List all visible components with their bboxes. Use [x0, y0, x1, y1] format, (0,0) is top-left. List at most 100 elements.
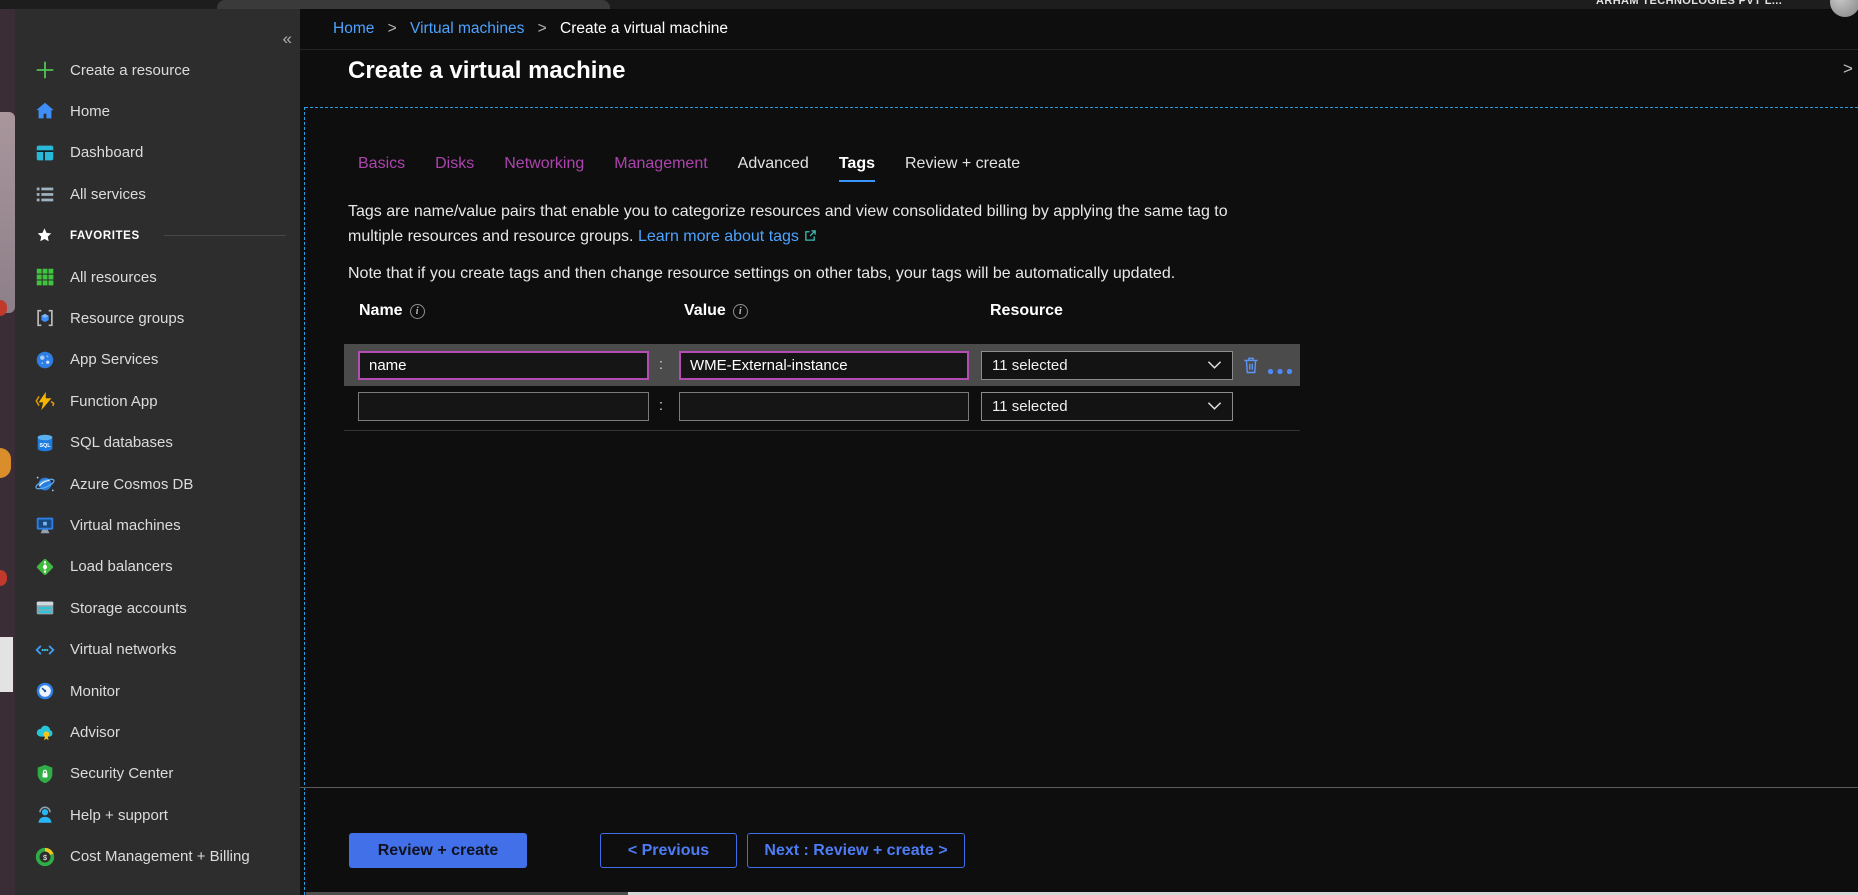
resource-dropdown-value: 11 selected	[992, 357, 1068, 374]
footer-divider	[300, 787, 1858, 788]
sidebar-item-virtual-machines[interactable]: Virtual machines	[15, 505, 300, 545]
sidebar-item-create-a-resource[interactable]: Create a resource	[15, 50, 300, 90]
tags-description: Tags are name/value pairs that enable yo…	[348, 199, 1228, 250]
delete-row-icon[interactable]	[1241, 355, 1261, 380]
sidebar-item-cost-management-billing[interactable]: $ Cost Management + Billing	[15, 837, 300, 877]
focus-outline-top	[305, 107, 1858, 108]
sidebar-item-label: Security Center	[70, 765, 173, 782]
review-create-button[interactable]: Review + create	[349, 833, 527, 868]
sidebar-item-all-resources[interactable]: All resources	[15, 257, 300, 297]
tab-disks[interactable]: Disks	[435, 155, 474, 182]
resource-dropdown-value: 11 selected	[992, 398, 1068, 415]
tab-networking[interactable]: Networking	[504, 155, 584, 182]
page-title: Create a virtual machine	[348, 57, 625, 85]
breadcrumb-separator: >	[388, 20, 397, 37]
sidebar-item-security-center[interactable]: Security Center	[15, 754, 300, 794]
tag-name-input[interactable]	[358, 351, 649, 380]
home-icon	[33, 100, 56, 123]
plus-icon	[33, 59, 56, 82]
sidebar-item-load-balancers[interactable]: Load balancers	[15, 547, 300, 587]
sidebar-item-favorites: FAVORITES	[15, 216, 300, 256]
sidebar-item-help-support[interactable]: Help + support	[15, 795, 300, 835]
sidebar-item-advisor[interactable]: Advisor	[15, 712, 300, 752]
sidebar: « Create a resource Home Dashboard All serv…	[15, 9, 300, 895]
external-link-icon	[804, 225, 817, 250]
sidebar-item-label: Load balancers	[70, 558, 173, 575]
previous-button[interactable]: < Previous	[600, 833, 737, 868]
sidebar-item-label: Virtual machines	[70, 517, 181, 534]
breadcrumb: Home > Virtual machines > Create a virtu…	[333, 20, 728, 38]
breadcrumb-home-link[interactable]: Home	[333, 20, 374, 37]
sidebar-item-label: Help + support	[70, 807, 168, 824]
sidebar-item-all-services[interactable]: All services	[15, 174, 300, 214]
sidebar-item-monitor[interactable]: Monitor	[15, 671, 300, 711]
resource-dropdown[interactable]: 11 selected	[981, 351, 1233, 380]
sidebar-item-label: Cost Management + Billing	[70, 848, 250, 865]
star-icon	[33, 224, 56, 247]
sidebar-item-label: SQL databases	[70, 434, 173, 451]
learn-more-link[interactable]: Learn more about tags	[638, 228, 799, 245]
storage-icon	[33, 597, 56, 620]
info-icon[interactable]: i	[410, 304, 425, 319]
resource-dropdown[interactable]: 11 selected	[981, 392, 1233, 421]
blade-chevron-icon[interactable]: >	[1843, 59, 1853, 79]
breadcrumb-virtual-machines-link[interactable]: Virtual machines	[410, 20, 524, 37]
desktop-fragment	[0, 570, 7, 586]
sidebar-item-label: Storage accounts	[70, 600, 187, 617]
sidebar-item-virtual-networks[interactable]: Virtual networks	[15, 630, 300, 670]
sidebar-item-home[interactable]: Home	[15, 91, 300, 131]
section-divider	[164, 235, 286, 236]
next-button[interactable]: Next : Review + create >	[747, 833, 965, 868]
tag-value-input[interactable]	[679, 392, 969, 421]
sidebar-item-function-app[interactable]: Function App	[15, 381, 300, 421]
table-divider	[344, 430, 1300, 431]
sidebar-item-label: Dashboard	[70, 144, 143, 161]
sidebar-item-resource-groups[interactable]: Resource groups	[15, 298, 300, 338]
tab-tags[interactable]: Tags	[839, 155, 875, 182]
browser-top-bar: ARHAM TECHNOLOGIES PVT L...	[0, 0, 1858, 9]
dashboard-icon	[33, 141, 56, 164]
browser-tab[interactable]	[217, 0, 610, 9]
tab-advanced[interactable]: Advanced	[738, 155, 809, 182]
sidebar-item-label: Home	[70, 103, 110, 120]
svg-text:SQL: SQL	[39, 443, 51, 449]
list-icon	[33, 183, 56, 206]
chevron-down-icon	[1207, 357, 1222, 374]
breadcrumb-current: Create a virtual machine	[560, 20, 728, 37]
sidebar-item-app-services[interactable]: App Services	[15, 340, 300, 380]
help-support-icon	[33, 804, 56, 827]
sidebar-item-label: Monitor	[70, 683, 120, 700]
column-header-value: Value i	[684, 302, 748, 320]
tag-value-input[interactable]	[679, 351, 969, 380]
main-content: Home > Virtual machines > Create a virtu…	[300, 9, 1858, 895]
sidebar-collapse-icon[interactable]: «	[283, 29, 292, 49]
chevron-down-icon	[1207, 398, 1222, 415]
tab-management[interactable]: Management	[614, 155, 707, 182]
desktop-fragment	[0, 637, 13, 692]
sidebar-item-label: FAVORITES	[70, 230, 140, 242]
sidebar-item-label: Create a resource	[70, 62, 190, 79]
more-options-icon[interactable]	[1267, 362, 1293, 380]
cosmos-db-icon	[33, 473, 56, 496]
sidebar-item-storage-accounts[interactable]: Storage accounts	[15, 588, 300, 628]
tab-basics[interactable]: Basics	[358, 155, 405, 182]
svg-text:$: $	[42, 852, 46, 861]
tag-name-input[interactable]	[358, 392, 649, 421]
grid-icon	[33, 266, 56, 289]
tenant-name: ARHAM TECHNOLOGIES PVT L...	[1596, 0, 1820, 9]
sidebar-item-dashboard[interactable]: Dashboard	[15, 133, 300, 173]
sidebar-item-sql-databases[interactable]: SQL SQL databases	[15, 423, 300, 463]
cost-management-icon: $	[33, 845, 56, 868]
resource-group-icon	[33, 307, 56, 330]
tab-review-create[interactable]: Review + create	[905, 155, 1020, 182]
sidebar-item-label: Advisor	[70, 724, 120, 741]
info-icon[interactable]: i	[733, 304, 748, 319]
load-balancer-icon	[33, 555, 56, 578]
column-header-resource: Resource	[990, 302, 1063, 320]
sidebar-item-azure-cosmos-db[interactable]: Azure Cosmos DB	[15, 464, 300, 504]
app-services-icon	[33, 348, 56, 371]
monitor-icon	[33, 680, 56, 703]
sidebar-item-label: All services	[70, 186, 146, 203]
azure-portal-window: ARHAM TECHNOLOGIES PVT L... « Create a r…	[0, 0, 1858, 895]
sidebar-item-label: App Services	[70, 351, 158, 368]
